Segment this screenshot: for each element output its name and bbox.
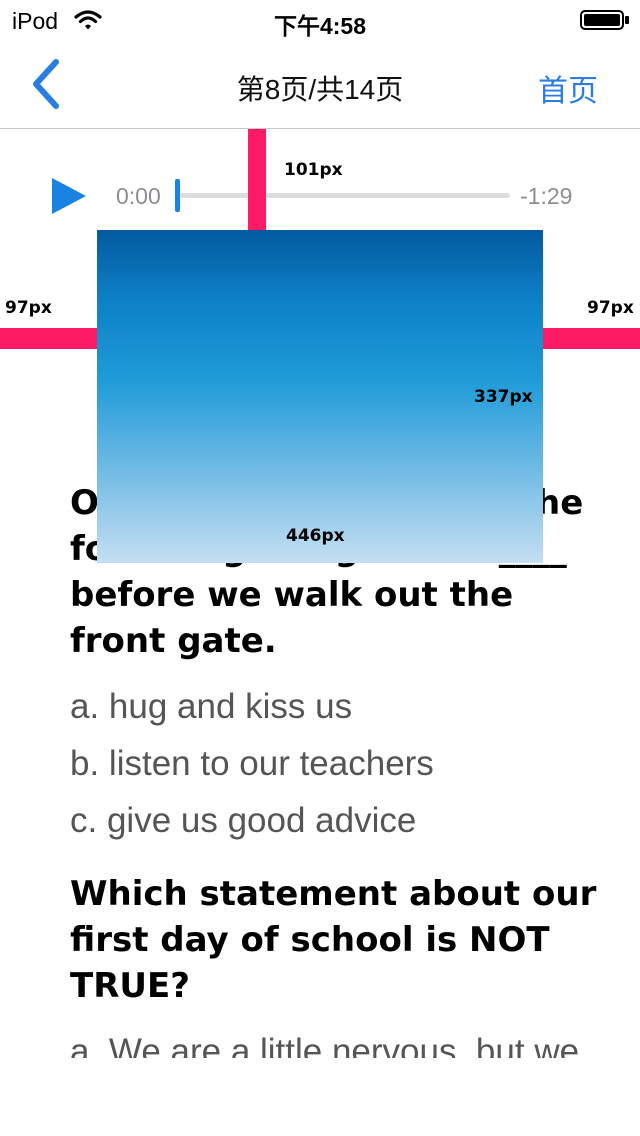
guide-bar-top [248, 129, 266, 230]
guide-bar-right [543, 328, 640, 349]
question-list: Our parents usually do the following thi… [70, 480, 600, 1058]
guide-label-top: 101px [284, 160, 343, 180]
guide-label-width: 446px [286, 526, 345, 546]
status-bar: iPod 下午4:58 [0, 0, 640, 40]
time-remaining: -1:29 [520, 183, 573, 209]
option-item[interactable]: a. We are a little nervous, but we are a… [70, 1023, 600, 1058]
guide-label-left: 97px [5, 298, 52, 318]
seek-thumb[interactable] [175, 179, 180, 212]
guide-bar-left [0, 328, 97, 349]
home-button[interactable]: 首页 [538, 66, 598, 110]
option-item[interactable]: b. listen to our teachers [70, 735, 600, 792]
time-elapsed: 0:00 [116, 183, 161, 209]
nav-bar: 第8页/共14页 首页 [0, 40, 640, 129]
battery-icon [580, 10, 629, 30]
seek-track[interactable] [180, 193, 510, 198]
option-item[interactable]: c. give us good advice [70, 792, 600, 849]
question-block: Which statement about our first day of s… [70, 871, 600, 1058]
option-item[interactable]: a. hug and kiss us [70, 678, 600, 735]
guide-label-height: 337px [474, 387, 533, 407]
status-time: 下午4:58 [273, 13, 367, 39]
question-text: Which statement about our first day of s… [70, 874, 597, 1006]
play-icon[interactable] [50, 176, 88, 216]
guide-label-right: 97px [587, 298, 634, 318]
